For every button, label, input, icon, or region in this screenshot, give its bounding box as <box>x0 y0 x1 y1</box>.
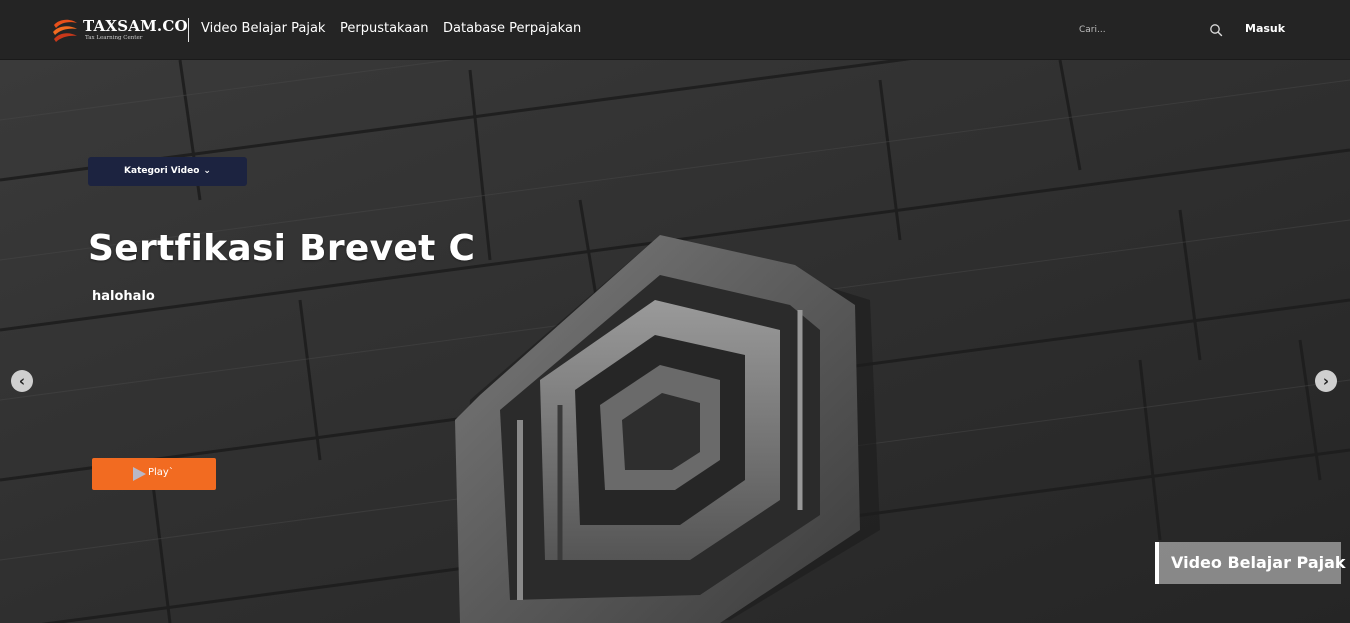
nav-database-perpajakan[interactable]: Database Perpajakan <box>443 21 581 36</box>
play-icon <box>133 467 146 481</box>
brand-divider <box>188 18 189 42</box>
category-tag: Video Belajar Pajak <box>1155 542 1346 584</box>
brand-name: TAXSAM.CO <box>83 17 188 35</box>
play-button[interactable]: Play` <box>92 458 216 490</box>
hero-title: Sertfikasi Brevet C <box>88 228 476 269</box>
brand-logo[interactable]: TAXSAM.CO Tax Learning Center <box>50 14 188 46</box>
chevron-left-icon: ‹ <box>18 372 26 390</box>
hero-slider: Kategori Video ⌄ Sertfikasi Brevet C halo… <box>0 60 1350 623</box>
play-label: Play` <box>148 467 174 478</box>
brand-tagline: Tax Learning Center <box>85 35 143 41</box>
login-link[interactable]: Masuk <box>1245 22 1285 35</box>
slider-next-button[interactable]: › <box>1315 370 1337 392</box>
category-tag-label: Video Belajar Pajak <box>1171 553 1346 572</box>
slider-prev-button[interactable]: ‹ <box>11 370 33 392</box>
search-input[interactable] <box>1074 20 1204 40</box>
search-icon[interactable] <box>1209 23 1223 37</box>
hero-subtitle: halohalo <box>92 289 155 304</box>
chevron-right-icon: › <box>1322 372 1330 390</box>
nav-video-belajar-pajak[interactable]: Video Belajar Pajak <box>201 21 325 36</box>
chevron-down-icon: ⌄ <box>203 166 211 176</box>
category-video-dropdown[interactable]: Kategori Video ⌄ <box>88 157 247 186</box>
nav-perpustakaan[interactable]: Perpustakaan <box>340 21 429 36</box>
taxsam-logo-icon <box>53 19 77 42</box>
hero-background-image <box>0 60 1350 623</box>
category-video-label: Kategori Video <box>124 166 200 176</box>
top-navbar: TAXSAM.CO Tax Learning Center Video Bela… <box>0 0 1350 60</box>
